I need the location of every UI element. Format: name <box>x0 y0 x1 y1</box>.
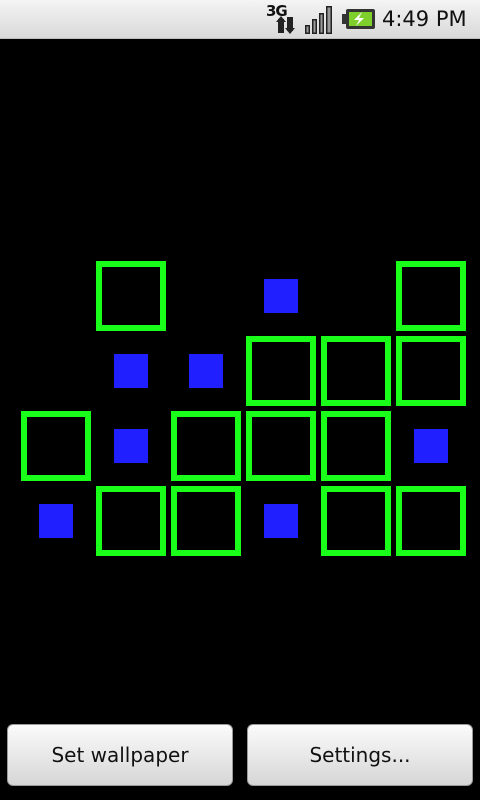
grid-cell-filled <box>264 279 298 313</box>
grid-cell-outline <box>396 261 466 331</box>
grid-cell-outline <box>321 486 391 556</box>
grid-cell-outline <box>171 486 241 556</box>
status-time: 4:49 PM <box>382 7 467 31</box>
bottom-button-bar: Set wallpaper Settings... <box>0 712 480 800</box>
grid-cell-outline <box>321 411 391 481</box>
grid-cell-filled <box>114 429 148 463</box>
grid-cell-outline <box>246 336 316 406</box>
set-wallpaper-button[interactable]: Set wallpaper <box>7 724 233 786</box>
grid-cell-outline <box>171 411 241 481</box>
grid-cell-outline <box>396 336 466 406</box>
grid-cell-outline <box>96 261 166 331</box>
grid-cell-outline <box>21 411 91 481</box>
grid-cell-filled <box>264 504 298 538</box>
grid-cell-filled <box>114 354 148 388</box>
grid-cell-filled <box>39 504 73 538</box>
grid-cell-outline <box>246 411 316 481</box>
battery-charging-icon <box>342 3 376 35</box>
grid-cell-filled <box>414 429 448 463</box>
grid-cell-filled <box>189 354 223 388</box>
wallpaper-preview <box>0 39 480 711</box>
grid-cell-outline <box>321 336 391 406</box>
3g-data-icon: 3G <box>264 3 298 35</box>
signal-strength-icon <box>304 3 336 35</box>
grid-cell-outline <box>396 486 466 556</box>
grid-cell-outline <box>96 486 166 556</box>
settings-button[interactable]: Settings... <box>247 724 473 786</box>
status-bar: 3G 4:49 PM <box>0 0 480 39</box>
